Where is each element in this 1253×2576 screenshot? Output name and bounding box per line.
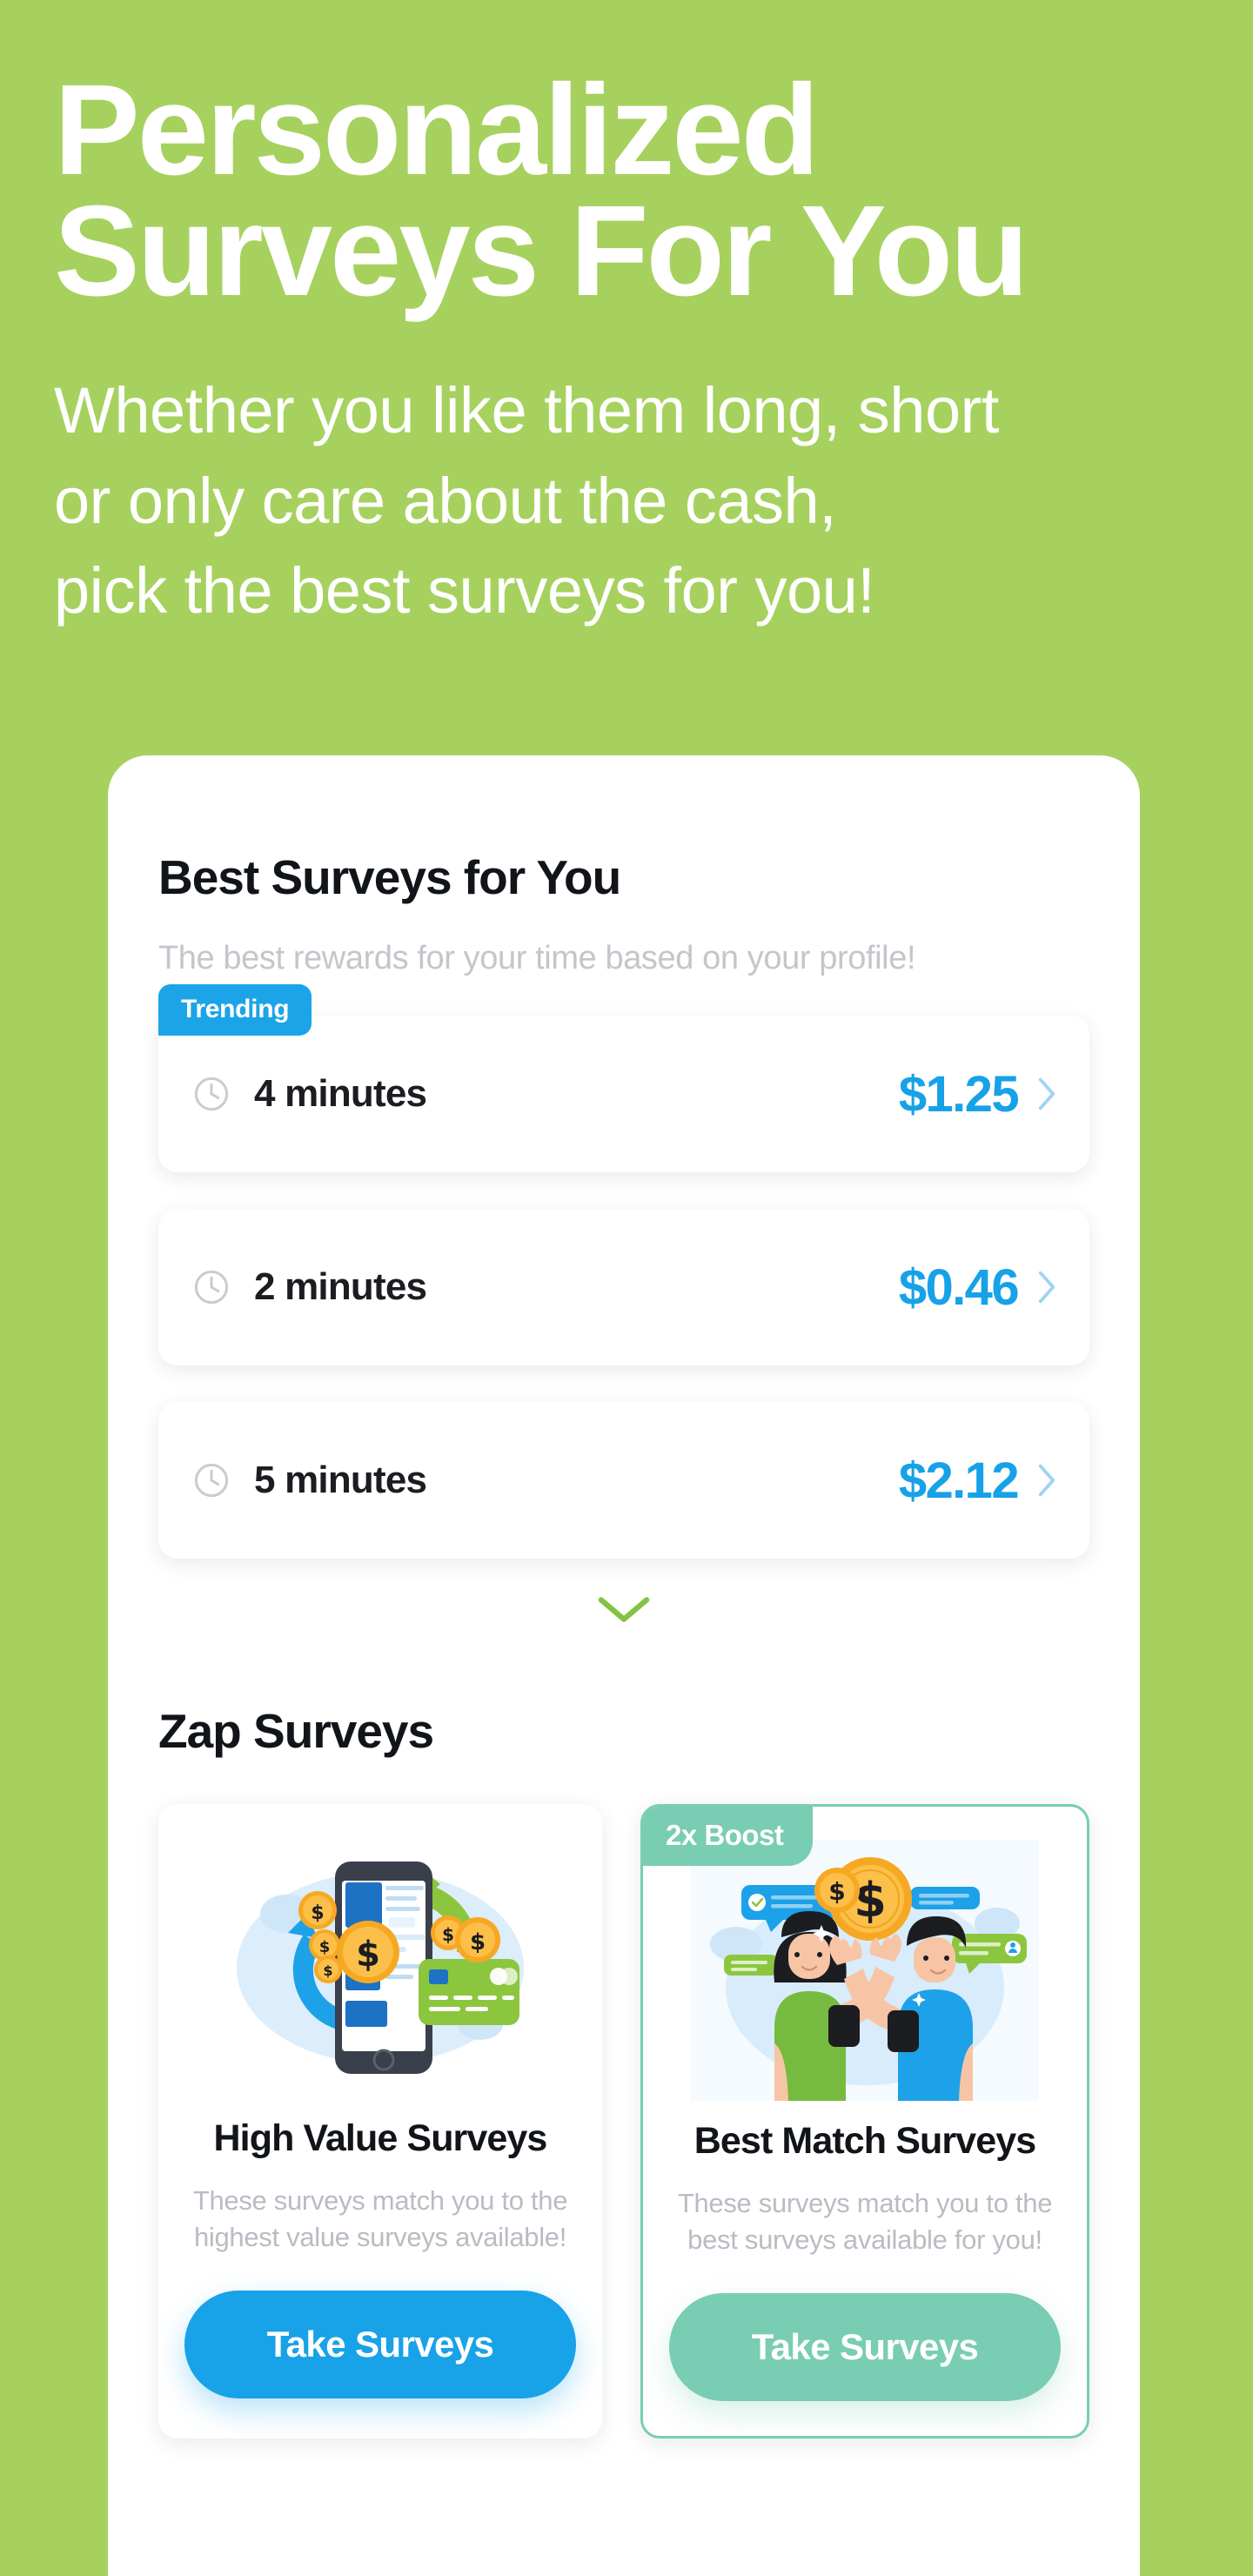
- chevron-right-icon: [1037, 1077, 1056, 1111]
- zap-surveys-cards: $ $ $ $ $ $ High Value Surveys These sur…: [158, 1804, 1089, 2438]
- survey-duration: 2 minutes: [254, 1265, 427, 1308]
- clock-icon: [191, 1074, 231, 1114]
- svg-text:$: $: [319, 1938, 331, 1956]
- survey-row[interactable]: Trending 4 minutes $1.25: [158, 984, 1089, 1172]
- svg-text:$: $: [854, 1873, 887, 1928]
- clock-icon: [191, 1267, 231, 1307]
- svg-text:$: $: [311, 1902, 324, 1924]
- survey-reward: $1.25: [898, 1065, 1020, 1123]
- take-surveys-button[interactable]: Take Surveys: [184, 2290, 576, 2398]
- hero-section: Personalized Surveys For You Whether you…: [0, 0, 1253, 636]
- two-people-high-five-coin-illustration: $ $: [669, 1840, 1061, 2101]
- page-title: Personalized Surveys For You: [54, 58, 1029, 324]
- zap-card-title: High Value Surveys: [213, 2117, 548, 2159]
- expand-more-button[interactable]: [158, 1595, 1089, 1625]
- chevron-right-icon: [1037, 1463, 1056, 1498]
- svg-text:$: $: [828, 1877, 845, 1906]
- phone-mockup: Best Surveys for You The best rewards fo…: [108, 755, 1140, 2576]
- survey-list: Trending 4 minutes $1.25 2 minutes $0.46…: [158, 984, 1089, 1559]
- survey-reward: $2.12: [898, 1452, 1020, 1509]
- zap-card-description: These surveys match you to the highest v…: [192, 2185, 568, 2252]
- svg-text:$: $: [356, 1935, 380, 1975]
- survey-duration: 4 minutes: [254, 1072, 427, 1115]
- survey-row[interactable]: 2 minutes $0.46: [158, 1209, 1089, 1365]
- zap-card-title: Best Match Surveys: [694, 2120, 1036, 2162]
- best-surveys-subheading: The best rewards for your time based on …: [158, 940, 916, 976]
- status-badge-boost: 2x Boost: [643, 1807, 814, 1866]
- take-surveys-button[interactable]: Take Surveys: [669, 2292, 1061, 2401]
- survey-duration: 5 minutes: [254, 1459, 427, 1501]
- phone-coins-credit-card-illustration: $ $ $ $ $ $: [184, 1837, 576, 2098]
- status-badge-trending: Trending: [158, 984, 312, 1036]
- best-surveys-heading: Best Surveys for You: [158, 850, 621, 904]
- svg-text:$: $: [442, 1924, 454, 1945]
- clock-icon: [191, 1460, 231, 1500]
- zap-card-best-match[interactable]: 2x Boost $ $ Best Match Surveys These su…: [640, 1804, 1089, 2438]
- survey-reward-group: $2.12: [899, 1452, 1056, 1510]
- survey-reward: $0.46: [898, 1258, 1020, 1316]
- survey-reward-group: $0.46: [899, 1258, 1056, 1317]
- zap-card-description: These surveys match you to the best surv…: [677, 2188, 1053, 2255]
- chevron-right-icon: [1037, 1270, 1056, 1305]
- hero-subtitle: Whether you like them long, short or onl…: [54, 374, 999, 627]
- survey-row[interactable]: 5 minutes $2.12: [158, 1402, 1089, 1559]
- survey-reward-group: $1.25: [899, 1065, 1056, 1124]
- svg-text:$: $: [323, 1962, 332, 1979]
- zap-surveys-heading: Zap Surveys: [158, 1704, 434, 1758]
- zap-card-high-value[interactable]: $ $ $ $ $ $ High Value Surveys These sur…: [158, 1804, 602, 2438]
- chevron-down-icon: [597, 1595, 651, 1625]
- svg-text:$: $: [470, 1929, 486, 1955]
